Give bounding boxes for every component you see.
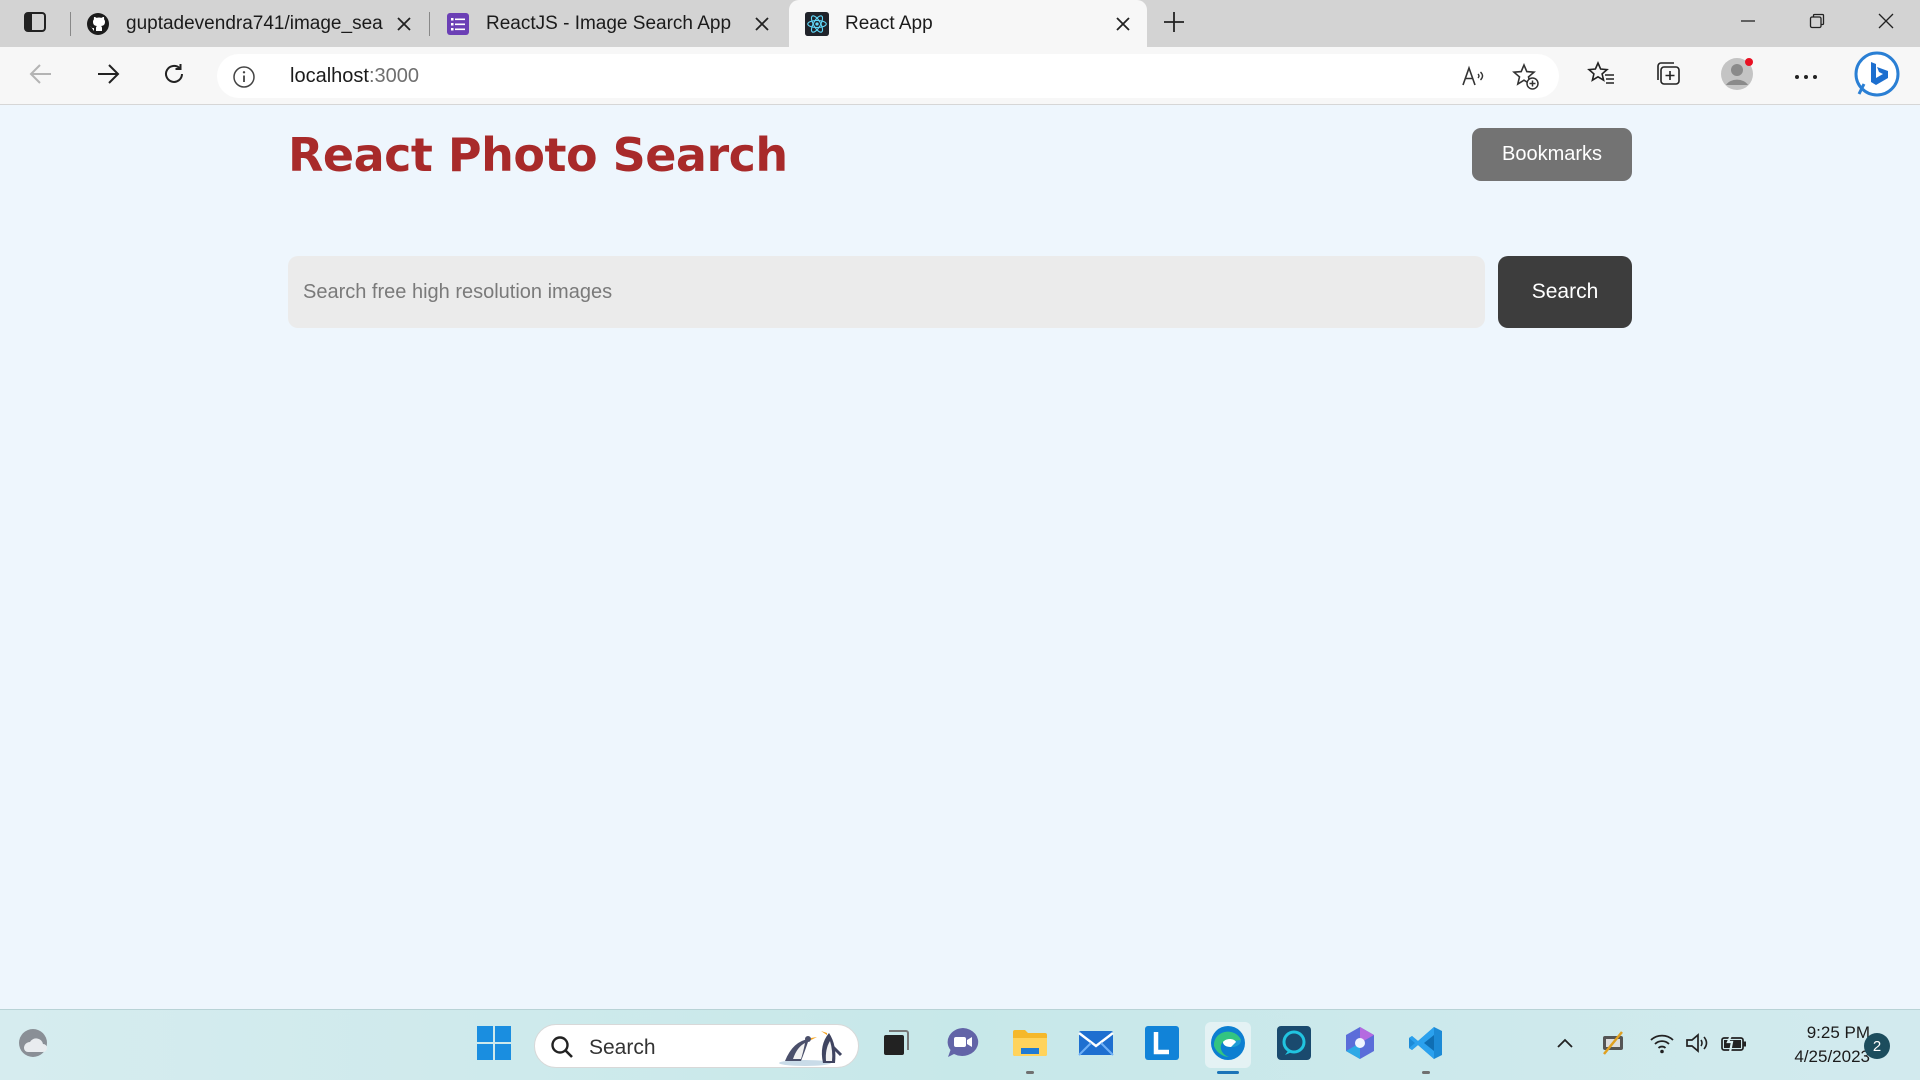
volume-button[interactable] bbox=[1681, 1028, 1715, 1062]
vscode-icon bbox=[1408, 1025, 1444, 1066]
close-tab-icon[interactable] bbox=[742, 4, 782, 44]
alexa-button[interactable] bbox=[1271, 1022, 1317, 1068]
l-app-icon bbox=[1144, 1025, 1180, 1066]
app-title: React Photo Search bbox=[288, 128, 788, 182]
alexa-icon bbox=[1276, 1025, 1312, 1066]
collections-button[interactable] bbox=[1647, 56, 1689, 96]
bing-icon bbox=[1853, 50, 1901, 103]
task-view-button[interactable] bbox=[872, 1022, 918, 1068]
clock-time: 9:25 PM bbox=[1806, 1023, 1870, 1042]
edge-icon bbox=[1209, 1024, 1247, 1067]
refresh-icon bbox=[162, 62, 186, 91]
vscode-button[interactable] bbox=[1403, 1022, 1449, 1074]
minimize-button[interactable] bbox=[1713, 0, 1783, 47]
close-tab-icon[interactable] bbox=[1103, 4, 1143, 44]
tab-actions-button[interactable] bbox=[14, 11, 56, 37]
refresh-button[interactable] bbox=[153, 56, 195, 96]
bookmarks-button[interactable]: Bookmarks bbox=[1472, 128, 1632, 181]
arrow-right-icon bbox=[96, 63, 120, 90]
browser-toolbar: localhost:3000 bbox=[0, 47, 1920, 105]
restore-button[interactable] bbox=[1782, 0, 1852, 47]
chevron-up-icon bbox=[1556, 1036, 1574, 1054]
running-indicator bbox=[1026, 1071, 1034, 1074]
task-view-icon bbox=[880, 1029, 910, 1062]
search-button[interactable]: Search bbox=[1498, 256, 1632, 328]
running-indicator bbox=[1422, 1071, 1430, 1074]
penguins-illustration-icon bbox=[775, 1027, 855, 1067]
favorites-icon bbox=[1587, 60, 1615, 92]
battery-charging-icon bbox=[1720, 1032, 1748, 1058]
active-indicator bbox=[1217, 1071, 1239, 1074]
wifi-button[interactable] bbox=[1645, 1028, 1679, 1062]
notification-badge[interactable]: 2 bbox=[1864, 1033, 1890, 1059]
search-icon bbox=[549, 1034, 575, 1060]
edge-button[interactable] bbox=[1205, 1022, 1251, 1074]
volume-icon bbox=[1685, 1032, 1711, 1059]
teams-chat-button[interactable] bbox=[940, 1022, 986, 1068]
add-favorite-icon[interactable] bbox=[1511, 62, 1541, 92]
github-icon bbox=[86, 12, 110, 36]
tab-react-app[interactable]: React App bbox=[789, 0, 1147, 47]
show-hidden-icons-button[interactable] bbox=[1548, 1028, 1582, 1062]
forward-button[interactable] bbox=[87, 56, 129, 96]
collections-icon bbox=[1654, 61, 1682, 92]
bing-chat-button[interactable] bbox=[1852, 51, 1902, 101]
clock-date: 4/25/2023 bbox=[1794, 1047, 1870, 1066]
app-page: React Photo Search Bookmarks Search bbox=[0, 106, 1920, 1009]
network-drive-icon bbox=[1600, 1030, 1626, 1061]
tab-github[interactable]: guptadevendra741/image_search bbox=[70, 0, 428, 47]
close-tab-icon[interactable] bbox=[384, 4, 424, 44]
l-app-button[interactable] bbox=[1139, 1022, 1185, 1068]
address-bar[interactable]: localhost:3000 bbox=[217, 54, 1559, 98]
file-explorer-icon bbox=[1011, 1026, 1049, 1065]
read-aloud-icon[interactable] bbox=[1459, 62, 1489, 92]
copilot-icon bbox=[1342, 1025, 1378, 1066]
mail-icon bbox=[1077, 1028, 1115, 1063]
wifi-icon bbox=[1649, 1032, 1675, 1059]
tab-image-search-app[interactable]: ReactJS - Image Search App bbox=[430, 0, 786, 47]
back-button[interactable] bbox=[20, 56, 62, 96]
taskbar-search[interactable]: Search bbox=[534, 1024, 859, 1068]
windows-taskbar: Search 9:25 PM 4/25/2023 2 bbox=[0, 1009, 1920, 1080]
restore-icon bbox=[1809, 13, 1825, 34]
taskbar-search-label: Search bbox=[589, 1036, 656, 1059]
tab-title: guptadevendra741/image_search bbox=[126, 12, 384, 34]
arrow-left-icon bbox=[29, 63, 53, 90]
tab-title: React App bbox=[845, 12, 933, 34]
favorites-button[interactable] bbox=[1580, 56, 1622, 96]
windows-start-icon bbox=[476, 1025, 512, 1066]
ellipsis-icon bbox=[1794, 67, 1818, 85]
close-icon bbox=[1878, 13, 1894, 34]
url-port: :3000 bbox=[368, 65, 419, 87]
new-tab-button[interactable] bbox=[1150, 6, 1198, 42]
url-text: localhost:3000 bbox=[290, 65, 419, 88]
minimize-icon bbox=[1740, 13, 1756, 34]
file-explorer-button[interactable] bbox=[1007, 1022, 1053, 1074]
close-window-button[interactable] bbox=[1851, 0, 1920, 47]
react-icon bbox=[805, 11, 829, 36]
plus-icon bbox=[1163, 11, 1185, 38]
form-list-icon bbox=[446, 12, 470, 36]
clock[interactable]: 9:25 PM 4/25/2023 bbox=[1758, 1021, 1870, 1069]
info-icon[interactable] bbox=[231, 64, 257, 90]
url-host: localhost bbox=[290, 65, 369, 87]
start-button[interactable] bbox=[471, 1022, 517, 1068]
search-input[interactable] bbox=[288, 256, 1485, 328]
tray-app-button[interactable] bbox=[1596, 1028, 1630, 1062]
avatar-icon bbox=[1719, 56, 1755, 97]
widgets-button[interactable] bbox=[10, 1022, 56, 1068]
profile-button[interactable] bbox=[1716, 56, 1758, 96]
weather-icon bbox=[16, 1026, 50, 1065]
tab-actions-icon bbox=[24, 11, 46, 37]
teams-chat-icon bbox=[945, 1026, 981, 1065]
copilot-button[interactable] bbox=[1337, 1022, 1383, 1068]
browser-tab-strip: guptadevendra741/image_search ReactJS - … bbox=[0, 0, 1920, 47]
battery-button[interactable] bbox=[1717, 1028, 1751, 1062]
mail-button[interactable] bbox=[1073, 1022, 1119, 1068]
more-options-button[interactable] bbox=[1785, 56, 1827, 96]
tab-title: ReactJS - Image Search App bbox=[486, 12, 732, 34]
